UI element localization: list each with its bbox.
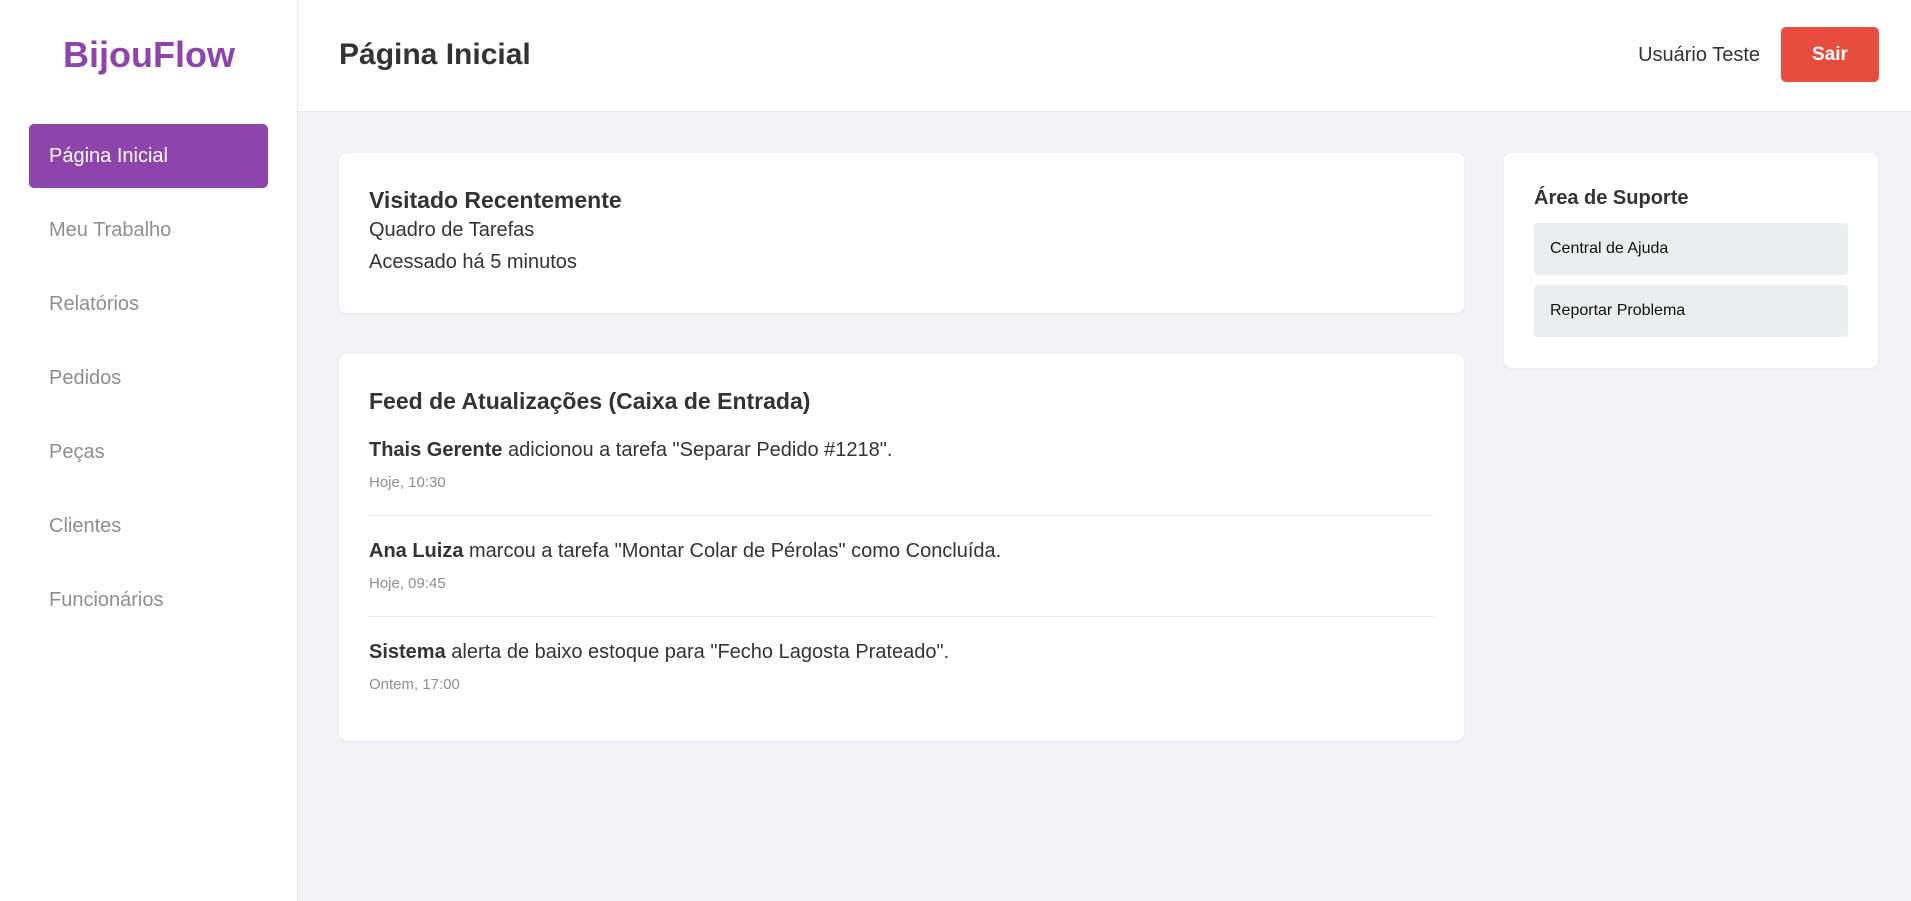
feed-item-message: adicionou a tarefa "Separar Pedido #1218… — [502, 439, 893, 461]
top-header: Página Inicial Usuário Teste Sair — [298, 0, 1911, 112]
feed-item-message: alerta de baixo estoque para "Fecho Lago… — [445, 641, 950, 663]
user-name: Usuário Teste — [1638, 44, 1760, 66]
app-logo[interactable]: BijouFlow — [0, 33, 298, 77]
feed-item-time: Hoje, 09:45 — [369, 575, 446, 592]
feed-list: Thais Gerente adicionou a tarefa "Separa… — [369, 415, 1434, 717]
support-area-title: Área de Suporte — [1534, 187, 1689, 209]
feed-item: Thais Gerente adicionou a tarefa "Separa… — [369, 415, 1434, 516]
feed-item: Sistema alerta de baixo estoque para "Fe… — [369, 617, 1434, 717]
feed-item-time: Hoje, 10:30 — [369, 474, 446, 491]
recent-item-accessed: Acessado há 5 minutos — [369, 251, 577, 273]
feed-item-actor: Sistema — [369, 641, 446, 663]
sidebar-item-relatorios[interactable]: Relatórios — [29, 272, 268, 336]
recently-visited-title: Visitado Recentemente — [369, 187, 622, 213]
recent-item-link[interactable]: Quadro de Tarefas — [369, 214, 1434, 246]
feed-item-actor: Thais Gerente — [369, 439, 503, 461]
sidebar: BijouFlow Página Inicial Meu Trabalho Re… — [0, 0, 298, 901]
recently-visited-card: Visitado Recentemente Quadro de Tarefas … — [339, 153, 1464, 313]
sidebar-item-clientes[interactable]: Clientes — [29, 494, 268, 558]
sidebar-item-pedidos[interactable]: Pedidos — [29, 346, 268, 410]
sidebar-item-pecas[interactable]: Peças — [29, 420, 268, 484]
sidebar-item-pagina-inicial[interactable]: Página Inicial — [29, 124, 268, 188]
updates-feed-card: Feed de Atualizações (Caixa de Entrada) … — [339, 354, 1464, 741]
app-root: BijouFlow Página Inicial Meu Trabalho Re… — [0, 0, 1911, 901]
feed-item-time: Ontem, 17:00 — [369, 676, 460, 693]
feed-item-actor: Ana Luiza — [369, 540, 464, 562]
sidebar-item-meu-trabalho[interactable]: Meu Trabalho — [29, 198, 268, 262]
help-center-button[interactable]: Central de Ajuda — [1534, 223, 1848, 275]
logout-button[interactable]: Sair — [1781, 27, 1879, 82]
feed-item-text: Ana Luiza marcou a tarefa "Montar Colar … — [369, 538, 1434, 564]
updates-feed-title: Feed de Atualizações (Caixa de Entrada) — [369, 388, 811, 414]
feed-item: Ana Luiza marcou a tarefa "Montar Colar … — [369, 516, 1434, 617]
sidebar-item-funcionarios[interactable]: Funcionários — [29, 568, 268, 632]
feed-item-text: Thais Gerente adicionou a tarefa "Separa… — [369, 437, 1434, 463]
support-area-card: Área de Suporte Central de Ajuda Reporta… — [1504, 153, 1878, 368]
feed-item-message: marcou a tarefa "Montar Colar de Pérolas… — [463, 540, 1002, 562]
feed-item-text: Sistema alerta de baixo estoque para "Fe… — [369, 639, 1434, 665]
report-problem-button[interactable]: Reportar Problema — [1534, 285, 1848, 337]
sidebar-nav: Página Inicial Meu Trabalho Relatórios P… — [29, 124, 268, 642]
page-title: Página Inicial — [339, 38, 531, 71]
